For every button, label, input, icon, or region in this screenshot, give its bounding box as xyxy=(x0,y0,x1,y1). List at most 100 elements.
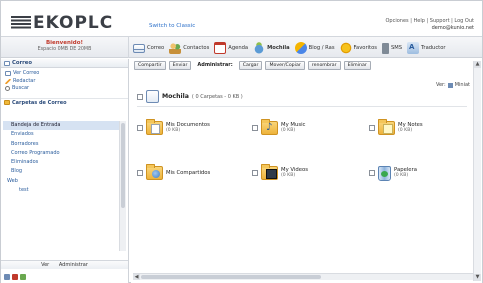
folder-size: (0 KB) xyxy=(281,128,296,133)
header: EKOPLC Switch to Classic Opciones | Help… xyxy=(1,1,482,35)
sidebar-item-label: Redactar xyxy=(13,77,36,84)
folder-blog[interactable]: Blog xyxy=(3,167,119,176)
sms-icon xyxy=(381,42,389,54)
folder-checkbox[interactable] xyxy=(252,125,258,131)
folder-checkbox[interactable] xyxy=(369,125,375,131)
folder-tile-mis-documentos[interactable]: Mis Documentos (0 KB) xyxy=(137,114,252,142)
toolbar-contactos[interactable]: Contactos xyxy=(169,42,209,54)
upload-button[interactable]: Cargar xyxy=(238,61,263,70)
delete-button[interactable]: Eliminar xyxy=(343,61,371,70)
sidebar-section-correo[interactable]: Correo xyxy=(1,59,128,68)
logo[interactable]: EKOPLC xyxy=(11,13,113,33)
main-panel: Compartir Enviar Administrar: Cargar Mov… xyxy=(131,59,482,283)
favorites-icon xyxy=(339,42,352,54)
sidebar: Correo Ver Correo Redactar Buscar Carpet… xyxy=(1,59,129,283)
folder-tile-my-music[interactable]: My Music(0 KB) xyxy=(252,114,369,142)
utility-links-text[interactable]: Opciones | Help | Support | Log Out xyxy=(386,18,475,24)
notes-folder-icon[interactable] xyxy=(378,119,395,135)
view-selector[interactable]: Ver: Miniat xyxy=(436,82,470,88)
divider xyxy=(137,106,467,107)
folder-header: Mochila ( 0 Carpetas - 0 KB ) xyxy=(137,90,243,103)
folder-name[interactable]: Mis Compartidos xyxy=(166,170,210,177)
scroll-up-icon[interactable]: ▲ xyxy=(474,61,481,68)
user-box: Bienvenido! Espacio 0MB DE 20MB xyxy=(1,37,129,58)
sidebar-scrollbar[interactable] xyxy=(119,121,126,251)
calendar-icon[interactable] xyxy=(12,274,18,280)
main-scrollbar[interactable]: ▲ ▼ xyxy=(473,61,481,281)
folder-checkbox[interactable] xyxy=(252,170,258,176)
sidebar-item-redactar[interactable]: Redactar xyxy=(5,78,124,86)
toolbar-traductor[interactable]: Traductor xyxy=(407,42,446,54)
share-button[interactable]: Compartir xyxy=(134,61,166,70)
select-all-checkbox[interactable] xyxy=(137,93,143,100)
folder-label: Mis Documentos (0 KB) xyxy=(166,122,210,135)
folder-size: (0 KB) xyxy=(281,173,296,178)
main-toolbar: Correo Contactos Agenda Mochila Blog / R… xyxy=(133,40,446,56)
view-mode[interactable]: Miniat xyxy=(455,82,470,88)
folder-tile-my-videos[interactable]: My Videos (0 KB) xyxy=(252,159,369,187)
folder-test[interactable]: test xyxy=(3,186,119,195)
toolbar-label: Agenda xyxy=(228,45,249,51)
send-button[interactable]: Enviar xyxy=(168,61,192,70)
inbox-icon xyxy=(5,71,11,77)
mail-icon xyxy=(133,43,145,53)
folder-checkbox[interactable] xyxy=(137,170,143,176)
toolbar-sms[interactable]: SMS xyxy=(381,42,403,54)
agenda-icon xyxy=(214,42,227,54)
folder-eliminados[interactable]: Eliminados xyxy=(3,158,119,167)
toolbar-label: Favoritos xyxy=(353,45,377,51)
toolbar-mochila[interactable]: Mochila xyxy=(253,42,290,54)
sidebar-footer-icons xyxy=(4,274,26,280)
folder-size: (0 KB) xyxy=(394,173,409,178)
toolbar-correo[interactable]: Correo xyxy=(133,43,165,53)
user-email: demo@kunio.net xyxy=(431,25,474,31)
sidebar-item-buscar[interactable]: Buscar xyxy=(5,85,124,93)
scrollbar-thumb[interactable] xyxy=(121,123,125,208)
scroll-left-icon[interactable]: ◀ xyxy=(133,274,140,280)
folder-correo-programado[interactable]: Correo Programado xyxy=(3,149,119,158)
move-copy-button[interactable]: Mover/Copiar xyxy=(265,61,305,70)
folder-size: (0 KB) xyxy=(398,128,413,133)
folder-label: My Notes (0 KB) xyxy=(398,122,423,135)
folder-checkbox[interactable] xyxy=(137,125,143,131)
horizontal-scrollbar[interactable]: ◀ xyxy=(133,273,473,280)
folder-label: Papelera (0 KB) xyxy=(394,167,417,180)
toolbar-label: SMS xyxy=(390,45,403,51)
folder-bandeja-de-entrada[interactable]: Bandeja de Entrada xyxy=(3,121,119,131)
toolbar-agenda[interactable]: Agenda xyxy=(214,42,248,54)
scrollbar-thumb[interactable] xyxy=(141,275,321,279)
folder-label: Mis Compartidos xyxy=(166,170,210,177)
mail-folders-header[interactable]: Carpetas de Correo xyxy=(1,97,128,107)
search-icon xyxy=(5,86,10,92)
toolbar-favoritos[interactable]: Favoritos xyxy=(339,42,377,54)
folder-grid: Mis Documentos(0 KB) My Music(0 KB) My N… xyxy=(137,114,467,187)
folder-borradores[interactable]: Borradores xyxy=(3,140,119,149)
shared-folder-icon[interactable] xyxy=(146,164,163,180)
grid-icon[interactable] xyxy=(4,274,10,280)
documents-folder-icon[interactable] xyxy=(146,119,163,135)
switch-classic-link[interactable]: Switch to Classic xyxy=(149,23,195,29)
sidebar-actions: Ver Correo Redactar Buscar xyxy=(1,68,128,95)
toolbar-blog[interactable]: Blog / Ras xyxy=(294,42,335,54)
sidebar-item-ver-correo[interactable]: Ver Correo xyxy=(5,70,124,78)
backpack-icon xyxy=(253,42,266,54)
welcome-label: Bienvenido! xyxy=(45,40,84,46)
folder-tile-papelera[interactable]: Papelera (0 KB) xyxy=(369,159,467,187)
page-title: Mochila xyxy=(162,93,189,100)
music-folder-icon[interactable] xyxy=(261,119,278,135)
rename-button[interactable]: renombrar xyxy=(307,61,341,70)
folder-web[interactable]: Web xyxy=(3,177,119,186)
folder-tile-my-notes[interactable]: My Notes (0 KB) xyxy=(369,114,467,142)
folder-enviados[interactable]: Enviados xyxy=(3,130,119,139)
sidebar-ver-link[interactable]: Ver xyxy=(41,262,49,268)
view-label: Ver: xyxy=(435,82,446,88)
people-icon[interactable] xyxy=(20,274,26,280)
videos-folder-icon[interactable] xyxy=(261,164,278,180)
scroll-down-icon[interactable]: ▼ xyxy=(474,274,481,281)
trash-icon[interactable] xyxy=(378,165,391,181)
folder-tile-mis-compartidos[interactable]: Mis Compartidos xyxy=(137,159,252,187)
toolbar-label: Correo xyxy=(147,45,165,51)
utility-links[interactable]: Opciones | Help | Support | Log Out demo… xyxy=(386,18,475,32)
sidebar-administrar-link[interactable]: Administrar xyxy=(59,262,88,268)
folder-checkbox[interactable] xyxy=(369,170,375,176)
